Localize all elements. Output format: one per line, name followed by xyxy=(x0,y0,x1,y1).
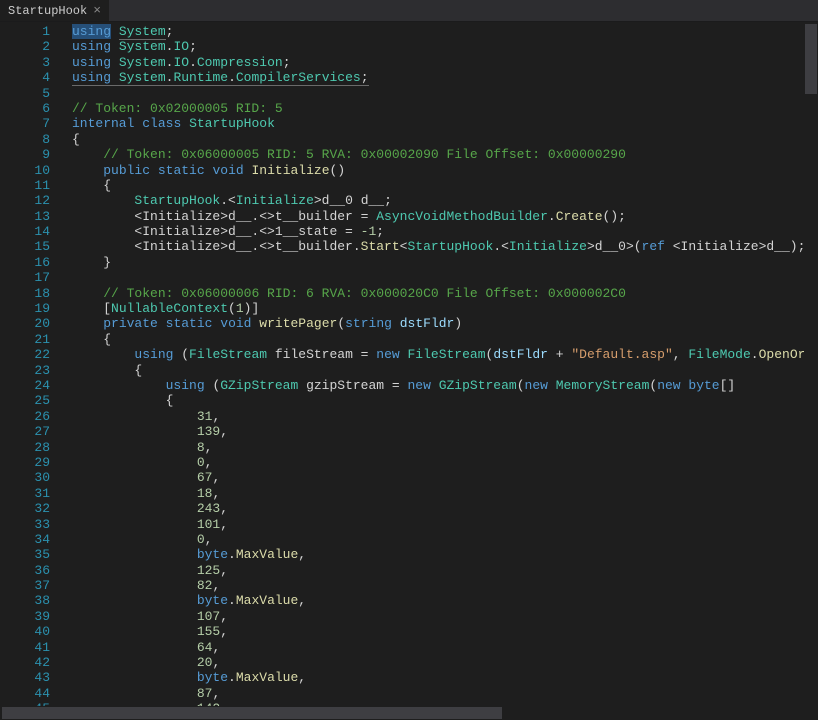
line-number: 40 xyxy=(0,624,50,639)
code-line[interactable]: byte.MaxValue, xyxy=(72,593,818,608)
line-number: 20 xyxy=(0,316,50,331)
tab-startuphook[interactable]: StartupHook × xyxy=(0,0,110,21)
line-number: 16 xyxy=(0,255,50,270)
line-number: 22 xyxy=(0,347,50,362)
code-line[interactable]: <Initialize>d__.<>t__builder = AsyncVoid… xyxy=(72,209,818,224)
line-number-gutter: 1234567891011121314151617181920212223242… xyxy=(0,22,64,720)
code-line[interactable]: 0, xyxy=(72,455,818,470)
line-number: 29 xyxy=(0,455,50,470)
line-number: 10 xyxy=(0,163,50,178)
line-number: 24 xyxy=(0,378,50,393)
code-line[interactable]: using System.Runtime.CompilerServices; xyxy=(72,70,818,85)
code-line[interactable]: 8, xyxy=(72,440,818,455)
code-line[interactable]: 0, xyxy=(72,532,818,547)
line-number: 42 xyxy=(0,655,50,670)
line-number: 4 xyxy=(0,70,50,85)
line-number: 17 xyxy=(0,270,50,285)
line-number: 18 xyxy=(0,286,50,301)
line-number: 2 xyxy=(0,39,50,54)
horizontal-scrollbar[interactable] xyxy=(0,706,804,720)
code-line[interactable]: using (GZipStream gzipStream = new GZipS… xyxy=(72,378,818,393)
line-number: 41 xyxy=(0,640,50,655)
line-number: 13 xyxy=(0,209,50,224)
code-area[interactable]: using System;using System.IO;using Syste… xyxy=(64,22,818,720)
line-number: 34 xyxy=(0,532,50,547)
code-line[interactable]: [NullableContext(1)] xyxy=(72,301,818,316)
line-number: 39 xyxy=(0,609,50,624)
code-line[interactable]: 107, xyxy=(72,609,818,624)
tab-title: StartupHook xyxy=(8,4,87,18)
code-line[interactable]: 82, xyxy=(72,578,818,593)
line-number: 15 xyxy=(0,239,50,254)
line-number: 14 xyxy=(0,224,50,239)
line-number: 44 xyxy=(0,686,50,701)
line-number: 26 xyxy=(0,409,50,424)
vertical-scroll-thumb[interactable] xyxy=(805,24,817,94)
line-number: 43 xyxy=(0,670,50,685)
code-line[interactable]: { xyxy=(72,132,818,147)
code-line[interactable]: public static void Initialize() xyxy=(72,163,818,178)
code-line[interactable]: { xyxy=(72,393,818,408)
code-line[interactable]: StartupHook.<Initialize>d__0 d__; xyxy=(72,193,818,208)
code-line[interactable]: byte.MaxValue, xyxy=(72,547,818,562)
code-line[interactable]: 20, xyxy=(72,655,818,670)
line-number: 35 xyxy=(0,547,50,562)
tab-bar: StartupHook × xyxy=(0,0,818,22)
code-line[interactable]: using System.IO; xyxy=(72,39,818,54)
code-line[interactable]: using System; xyxy=(72,24,818,39)
code-line[interactable]: // Token: 0x02000005 RID: 5 xyxy=(72,101,818,116)
code-line[interactable] xyxy=(72,86,818,101)
line-number: 31 xyxy=(0,486,50,501)
line-number: 1 xyxy=(0,24,50,39)
code-line[interactable]: byte.MaxValue, xyxy=(72,670,818,685)
line-number: 38 xyxy=(0,593,50,608)
code-line[interactable]: <Initialize>d__.<>1__state = -1; xyxy=(72,224,818,239)
line-number: 23 xyxy=(0,363,50,378)
code-line[interactable]: 101, xyxy=(72,517,818,532)
code-line[interactable]: 67, xyxy=(72,470,818,485)
code-line[interactable]: { xyxy=(72,363,818,378)
line-number: 27 xyxy=(0,424,50,439)
line-number: 25 xyxy=(0,393,50,408)
line-number: 37 xyxy=(0,578,50,593)
code-line[interactable]: { xyxy=(72,178,818,193)
code-editor[interactable]: 1234567891011121314151617181920212223242… xyxy=(0,22,818,720)
code-line[interactable]: private static void writePager(string ds… xyxy=(72,316,818,331)
code-line[interactable]: 155, xyxy=(72,624,818,639)
code-line[interactable]: // Token: 0x06000006 RID: 6 RVA: 0x00002… xyxy=(72,286,818,301)
line-number: 30 xyxy=(0,470,50,485)
code-line[interactable]: } xyxy=(72,255,818,270)
code-line[interactable]: 125, xyxy=(72,563,818,578)
code-line[interactable]: using (FileStream fileStream = new FileS… xyxy=(72,347,818,362)
code-line[interactable]: // Token: 0x06000005 RID: 5 RVA: 0x00002… xyxy=(72,147,818,162)
horizontal-scroll-thumb[interactable] xyxy=(2,707,502,719)
line-number: 33 xyxy=(0,517,50,532)
line-number: 6 xyxy=(0,101,50,116)
line-number: 12 xyxy=(0,193,50,208)
line-number: 28 xyxy=(0,440,50,455)
line-number: 5 xyxy=(0,86,50,101)
line-number: 36 xyxy=(0,563,50,578)
code-line[interactable]: internal class StartupHook xyxy=(72,116,818,131)
line-number: 9 xyxy=(0,147,50,162)
code-line[interactable]: 87, xyxy=(72,686,818,701)
vertical-scrollbar[interactable] xyxy=(804,22,818,720)
line-number: 3 xyxy=(0,55,50,70)
line-number: 19 xyxy=(0,301,50,316)
line-number: 7 xyxy=(0,116,50,131)
code-line[interactable]: 243, xyxy=(72,501,818,516)
line-number: 21 xyxy=(0,332,50,347)
code-line[interactable]: { xyxy=(72,332,818,347)
code-line[interactable]: using System.IO.Compression; xyxy=(72,55,818,70)
line-number: 32 xyxy=(0,501,50,516)
line-number: 11 xyxy=(0,178,50,193)
code-line[interactable] xyxy=(72,270,818,285)
code-line[interactable]: 64, xyxy=(72,640,818,655)
code-line[interactable]: 31, xyxy=(72,409,818,424)
close-icon[interactable]: × xyxy=(93,4,101,17)
code-line[interactable]: 18, xyxy=(72,486,818,501)
line-number: 8 xyxy=(0,132,50,147)
code-line[interactable]: 139, xyxy=(72,424,818,439)
code-line[interactable]: <Initialize>d__.<>t__builder.Start<Start… xyxy=(72,239,818,254)
